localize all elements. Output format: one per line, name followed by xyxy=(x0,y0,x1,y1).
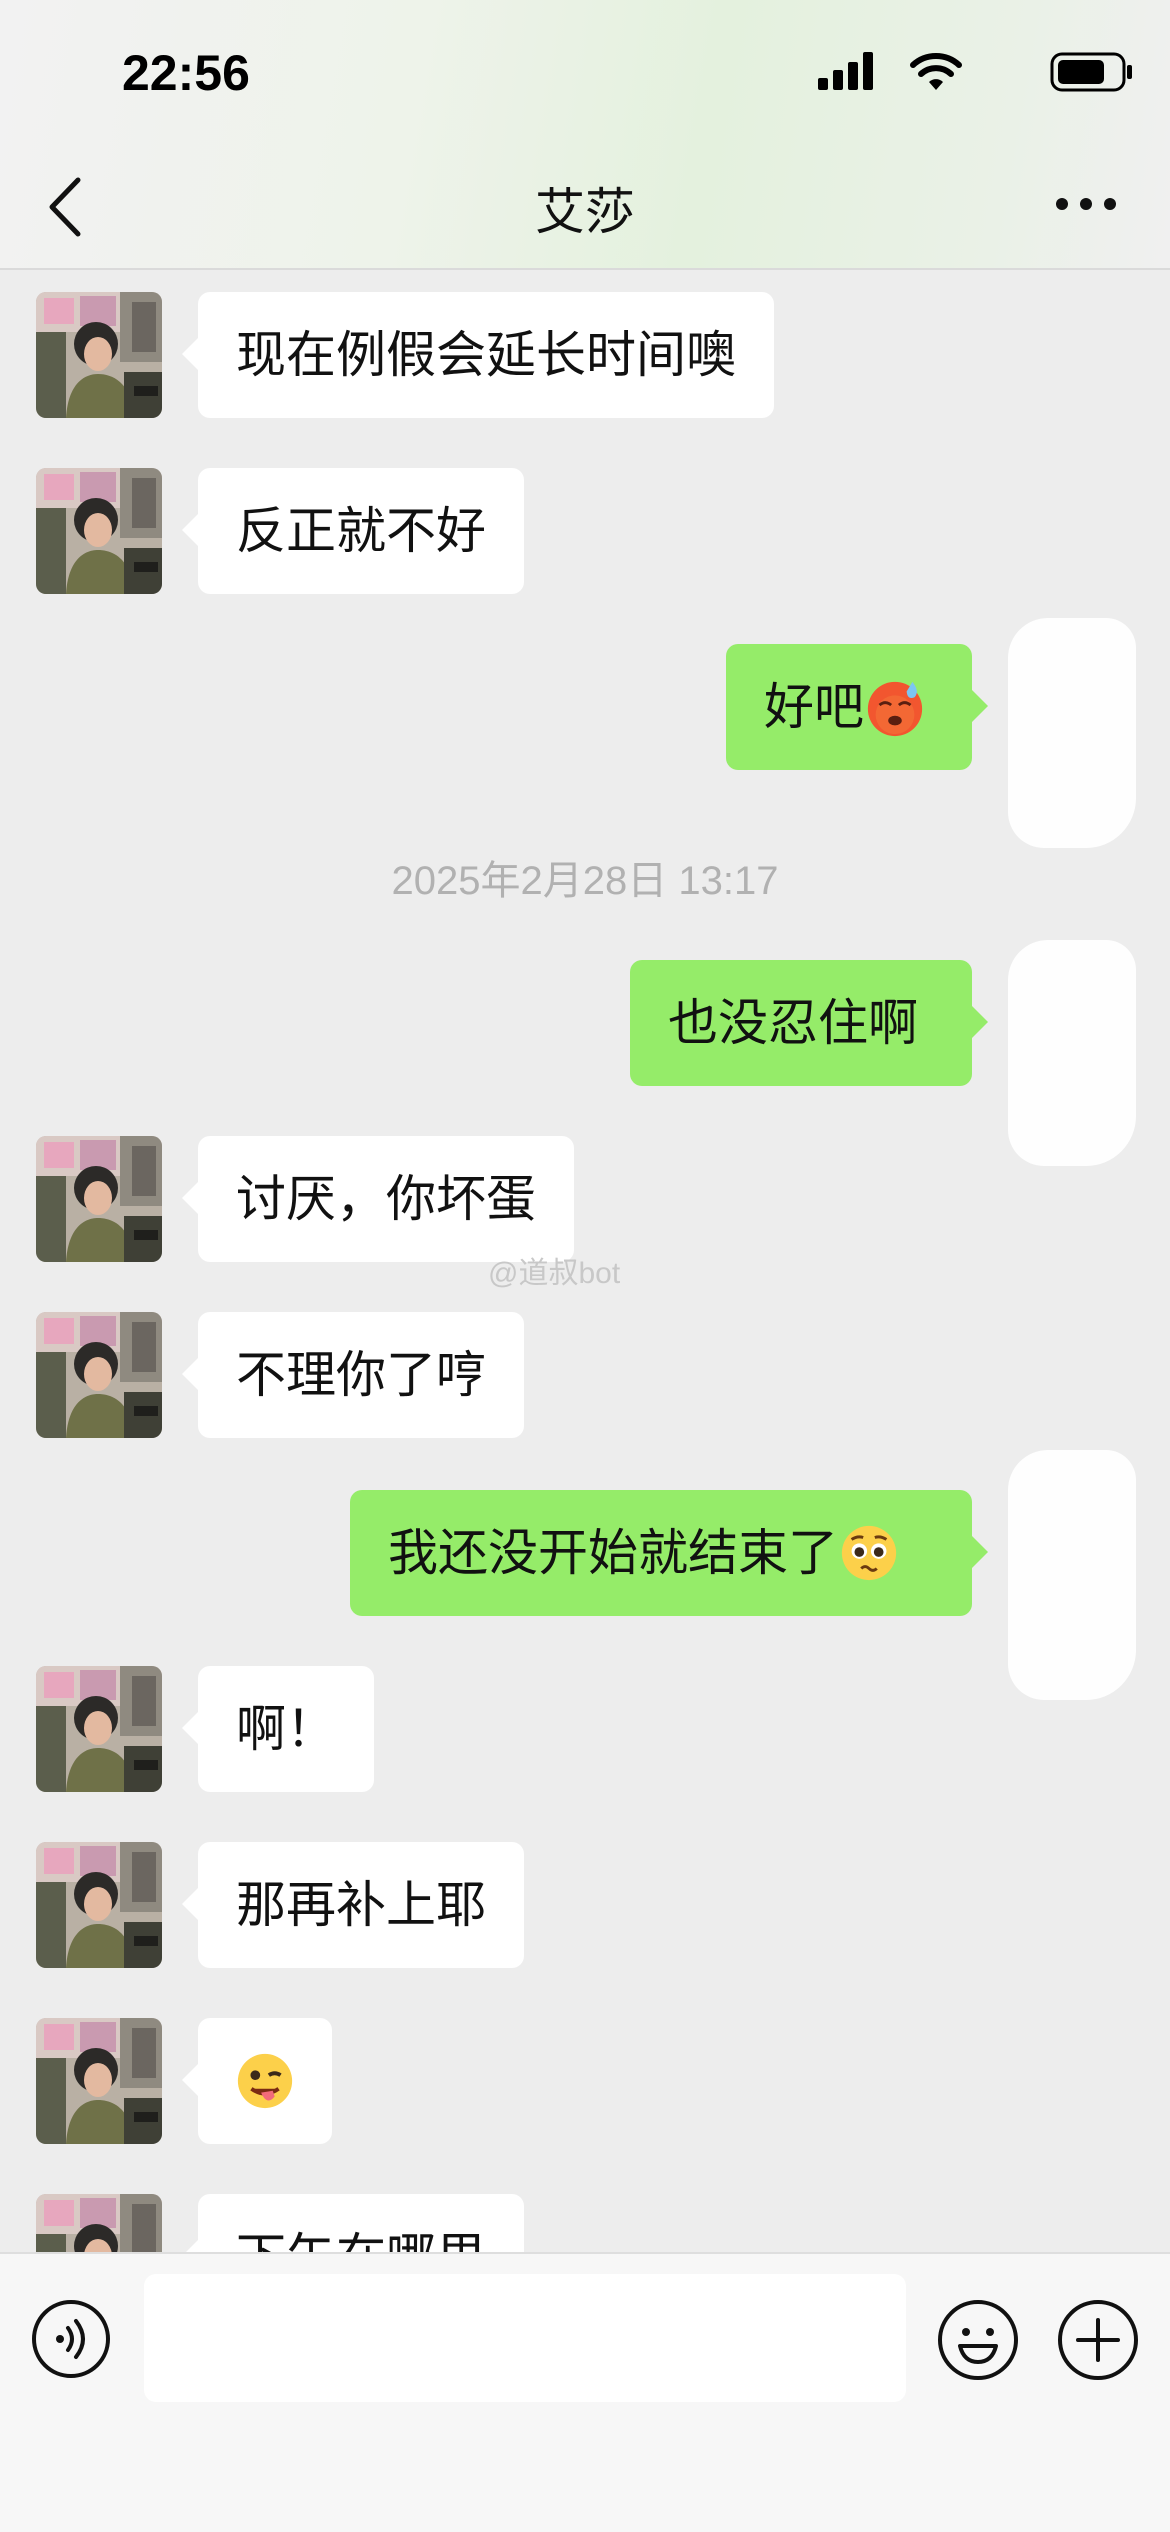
top-bar: 22:56 艾莎 xyxy=(0,0,1170,270)
voice-icon[interactable] xyxy=(30,2298,112,2380)
privacy-mask xyxy=(1008,940,1136,1166)
avatar[interactable] xyxy=(36,1136,162,1262)
message-text: 我还没开始就结束了 xyxy=(388,1524,838,1582)
timestamp: 2025年2月28日 13:17 xyxy=(391,859,779,903)
message-bubble-incoming[interactable]: 讨厌，你坏蛋 xyxy=(182,1136,574,1262)
watermark: @道叔bot xyxy=(488,1257,621,1290)
more-dots-icon[interactable] xyxy=(1054,192,1118,216)
emoji-icon[interactable] xyxy=(936,2298,1020,2382)
privacy-mask xyxy=(1008,618,1136,848)
hot-face-emoji xyxy=(867,681,923,736)
message-bubble-incoming[interactable]: 不理你了哼 xyxy=(182,1312,524,1438)
message-bubble-incoming[interactable]: 下午在哪里 xyxy=(182,2194,524,2252)
battery-icon xyxy=(1050,52,1132,92)
pleading-face-emoji xyxy=(841,1525,897,1580)
avatar[interactable] xyxy=(36,292,162,418)
signal-icon xyxy=(818,52,873,90)
message-bubble-outgoing[interactable]: 也没忍住啊 xyxy=(630,960,988,1086)
message-bubble-incoming[interactable]: 现在例假会延长时间噢 xyxy=(182,292,774,418)
message-bubble-incoming[interactable]: 那再补上耶 xyxy=(182,1842,524,1968)
chat-title: 艾莎 xyxy=(535,183,635,241)
wifi-icon xyxy=(910,53,962,90)
winking-tongue-face-emoji xyxy=(237,2053,293,2108)
message-bubble-outgoing[interactable]: 好吧 xyxy=(726,644,988,770)
avatar[interactable] xyxy=(36,1842,162,1968)
status-time: 22:56 xyxy=(122,45,250,101)
avatar[interactable] xyxy=(36,2018,162,2144)
message-input[interactable] xyxy=(144,2274,906,2402)
message-bubble-incoming[interactable]: 反正就不好 xyxy=(182,468,524,594)
avatar[interactable] xyxy=(36,468,162,594)
avatar[interactable] xyxy=(36,2194,162,2252)
message-bubble-incoming[interactable]: 啊！ xyxy=(182,1666,374,1792)
message-text: 好吧 xyxy=(764,678,864,736)
plus-icon[interactable] xyxy=(1056,2298,1140,2382)
message-bubble-outgoing[interactable]: 我还没开始就结束了 xyxy=(350,1490,988,1616)
privacy-mask xyxy=(1008,1450,1136,1700)
message-bubble-incoming[interactable] xyxy=(182,2018,332,2144)
message-list[interactable]: 现在例假会延长时间噢 反正就不好 好吧 2025年2月28日 13:17 也没忍… xyxy=(0,270,1170,2252)
avatar[interactable] xyxy=(36,1312,162,1438)
avatar[interactable] xyxy=(36,1666,162,1792)
